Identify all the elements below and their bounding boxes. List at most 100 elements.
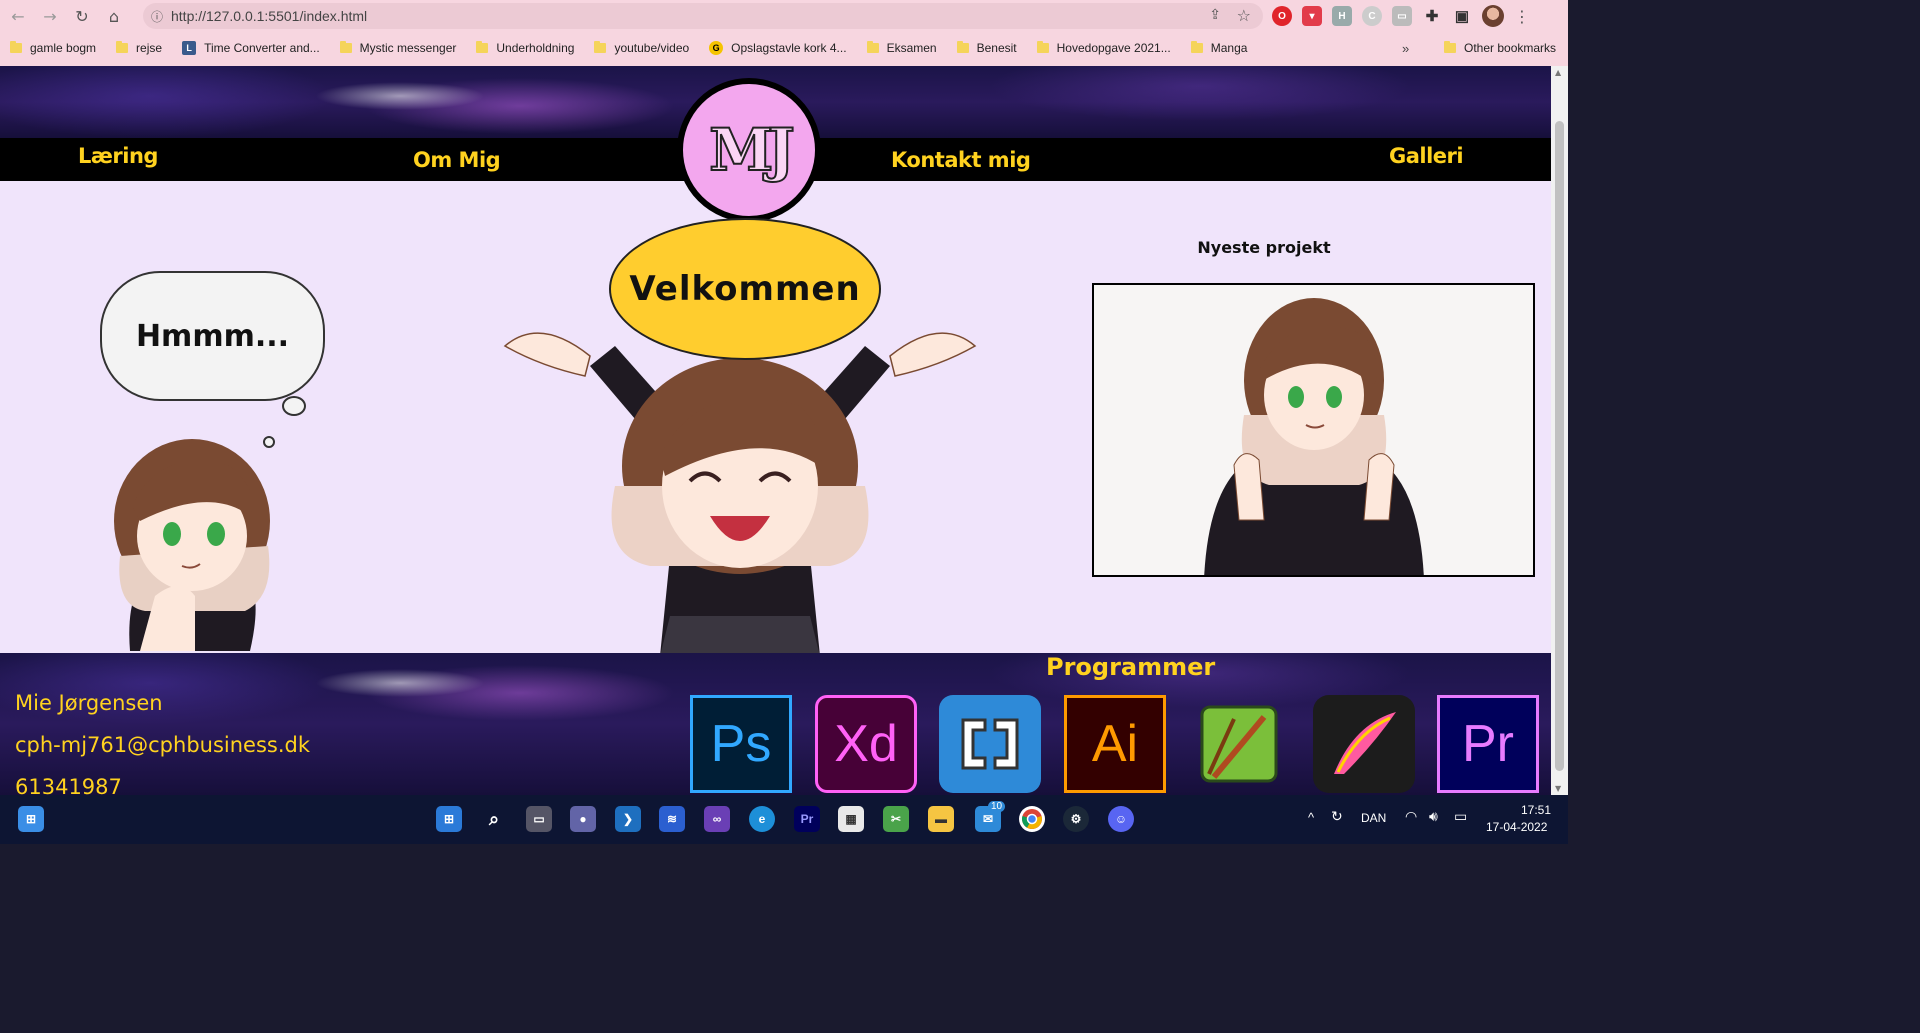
- opera-extension-icon[interactable]: O: [1272, 6, 1292, 26]
- snipping-icon[interactable]: ✂: [883, 806, 909, 832]
- folder-icon: [1036, 41, 1049, 53]
- folder-icon: [339, 41, 352, 53]
- bookmark-item[interactable]: L Time Converter and...: [172, 41, 330, 55]
- page-viewport: Læring Om Mig Kontakt mig Galleri MJ Hmm…: [0, 66, 1551, 795]
- windows-taskbar: ⊞ ⊞ ⌕ ▭ ● ❯ ≋ ∞ e Pr ▦ ✂ ▬ ✉ 10 ⚙ ☺ ^ ↻ …: [0, 795, 1568, 844]
- volume-icon[interactable]: 🔊︎: [1429, 808, 1438, 825]
- address-bar[interactable]: ⓘ http://127.0.0.1:5501/index.html ⇪ ☆: [143, 3, 1263, 29]
- edge-icon[interactable]: e: [749, 806, 775, 832]
- bookmark-item[interactable]: Hovedopgave 2021...: [1027, 41, 1181, 55]
- home-icon[interactable]: ⌂: [100, 2, 128, 30]
- app-wave-icon[interactable]: ≋: [659, 806, 685, 832]
- page-scrollbar[interactable]: ▲ ▼: [1551, 66, 1568, 795]
- folder-icon: [1444, 41, 1456, 53]
- nav-om-mig[interactable]: Om Mig: [413, 148, 501, 172]
- other-bookmarks[interactable]: Other bookmarks: [1434, 41, 1566, 55]
- mj-logo[interactable]: MJ: [677, 78, 821, 222]
- premiere-icon: Pr: [1437, 695, 1539, 793]
- search-icon[interactable]: ⌕: [481, 806, 507, 832]
- bookmark-item[interactable]: Manga: [1181, 41, 1258, 55]
- vscode-icon[interactable]: ❯: [615, 806, 641, 832]
- bookmark-item[interactable]: Mystic messenger: [330, 41, 467, 55]
- scroll-down-icon[interactable]: ▼: [1555, 784, 1561, 793]
- reload-icon[interactable]: ↻: [68, 2, 96, 30]
- clock-date[interactable]: 17-04-2022: [1486, 820, 1547, 834]
- bookmark-star-icon[interactable]: ☆: [1237, 6, 1251, 25]
- folder-icon: [476, 41, 489, 53]
- forward-icon[interactable]: →: [36, 2, 64, 30]
- steam-icon[interactable]: ⚙: [1063, 806, 1089, 832]
- bookmark-item[interactable]: Underholdning: [466, 41, 584, 55]
- xd-icon: Xd: [815, 695, 917, 793]
- site-info-icon[interactable]: ⓘ: [143, 8, 171, 25]
- chrome-icon[interactable]: [1019, 806, 1045, 832]
- illustrator-icon: Ai: [1064, 695, 1166, 793]
- folder-icon: [866, 41, 879, 53]
- opslagstavle-icon: G: [709, 41, 724, 55]
- start-menu-icon[interactable]: ⊞: [436, 806, 462, 832]
- folder-icon: [10, 41, 22, 53]
- more-bookmarks-button[interactable]: »: [1402, 41, 1409, 56]
- procreate-icon: [1313, 695, 1415, 793]
- bookmark-item[interactable]: Eksamen: [857, 41, 947, 55]
- visual-studio-icon[interactable]: ∞: [704, 806, 730, 832]
- programs-title: Programmer: [1046, 653, 1216, 681]
- thought-bubble: Hmmm...: [100, 271, 325, 401]
- windows-start-icon[interactable]: ⊞: [18, 806, 44, 832]
- photoshop-icon: Ps: [690, 695, 792, 793]
- folder-icon: [956, 41, 969, 53]
- newest-project-title: Nyeste projekt: [1197, 238, 1331, 257]
- language-indicator[interactable]: DAN: [1361, 811, 1386, 825]
- file-explorer-icon[interactable]: ▬: [928, 806, 954, 832]
- mail-badge: 10: [988, 801, 1006, 812]
- url-text[interactable]: http://127.0.0.1:5501/index.html: [171, 8, 367, 24]
- puzzle-extensions-icon[interactable]: ✚: [1422, 6, 1442, 26]
- project-character: [1204, 298, 1424, 575]
- menu-dots-icon[interactable]: ⋮: [1514, 7, 1530, 26]
- thinking-character: [114, 439, 270, 651]
- back-icon[interactable]: ←: [4, 2, 32, 30]
- store-icon[interactable]: ▦: [838, 806, 864, 832]
- extension-h-icon[interactable]: H: [1332, 6, 1352, 26]
- clock-time[interactable]: 17:51: [1521, 803, 1551, 817]
- scroll-up-icon[interactable]: ▲: [1555, 68, 1561, 77]
- folder-icon: [594, 41, 607, 53]
- bookmark-item[interactable]: youtube/video: [584, 41, 699, 55]
- extensions-row: O ▾ H C ▭ ✚ ▣ ⋮: [1272, 5, 1530, 27]
- newest-project-image[interactable]: [1092, 283, 1535, 577]
- nav-kontakt-mig[interactable]: Kontakt mig: [891, 148, 1031, 172]
- krita-icon: [1188, 695, 1290, 793]
- time-converter-icon: L: [182, 41, 197, 55]
- discord-icon[interactable]: ☺: [1108, 806, 1134, 832]
- bookmark-item[interactable]: Benesit: [947, 41, 1027, 55]
- wifi-icon[interactable]: ◠: [1405, 808, 1417, 825]
- bookmarks-bar: gamle bogm rejse L Time Converter and... …: [0, 34, 1568, 62]
- contact-email[interactable]: cph-mj761@cphbusiness.dk: [15, 733, 310, 757]
- share-icon[interactable]: ⇪: [1209, 7, 1221, 23]
- scrollbar-thumb[interactable]: [1555, 121, 1564, 771]
- welcome-character: [503, 332, 977, 656]
- folder-icon: [1190, 41, 1203, 53]
- task-view-icon[interactable]: ▭: [526, 806, 552, 832]
- premiere-taskbar-icon[interactable]: Pr: [794, 806, 820, 832]
- contact-name: Mie Jørgensen: [15, 691, 163, 715]
- battery-icon[interactable]: ▭: [1454, 808, 1467, 825]
- folder-icon: [116, 41, 129, 53]
- side-panel-icon[interactable]: ▣: [1452, 6, 1472, 26]
- tray-chevron-icon[interactable]: ^: [1308, 810, 1314, 825]
- nav-laering[interactable]: Læring: [78, 144, 158, 168]
- browser-toolbar: ← → ↻ ⌂ ⓘ http://127.0.0.1:5501/index.ht…: [0, 0, 1568, 32]
- profile-avatar[interactable]: [1482, 5, 1504, 27]
- teams-chat-icon[interactable]: ●: [570, 806, 596, 832]
- contact-phone: 61341987: [15, 775, 122, 795]
- bookmark-item[interactable]: G Opslagstavle kork 4...: [699, 41, 856, 55]
- extension-box-icon[interactable]: ▭: [1392, 6, 1412, 26]
- footer: Mie Jørgensen cph-mj761@cphbusiness.dk 6…: [0, 653, 1551, 795]
- nav-galleri[interactable]: Galleri: [1389, 144, 1464, 168]
- bookmark-item[interactable]: rejse: [106, 41, 172, 55]
- bookmark-item[interactable]: gamle bogm: [0, 41, 106, 55]
- welcome-bubble: Velkommen: [609, 218, 881, 360]
- pocket-extension-icon[interactable]: ▾: [1302, 6, 1322, 26]
- sync-icon[interactable]: ↻: [1331, 808, 1343, 825]
- extension-c-icon[interactable]: C: [1362, 6, 1382, 26]
